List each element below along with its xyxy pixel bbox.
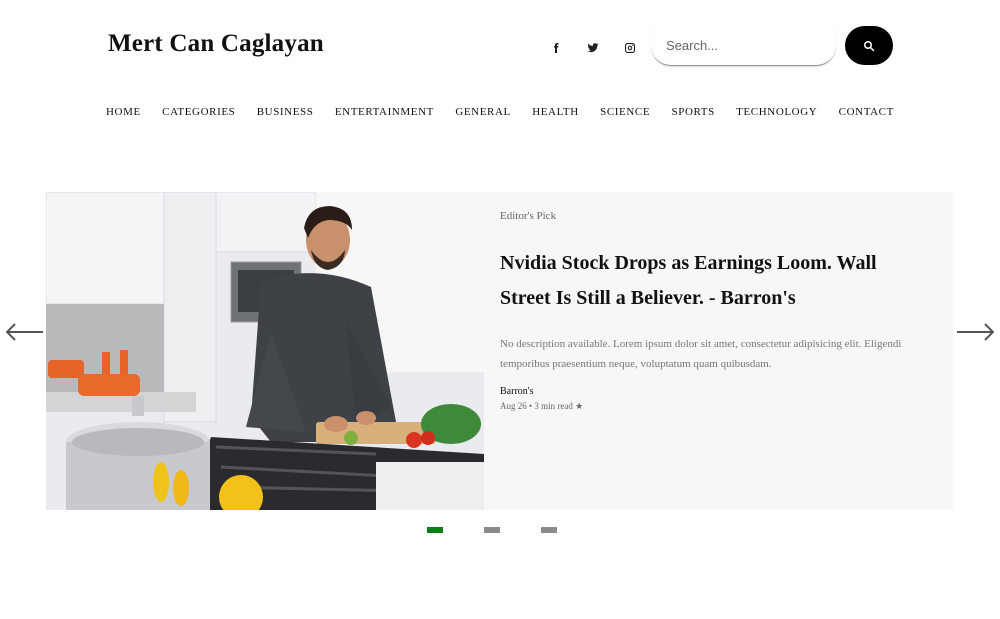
social-links — [546, 38, 657, 58]
nav-science[interactable]: SCIENCE — [600, 106, 650, 118]
nav-home[interactable]: HOME — [106, 106, 141, 118]
nav-technology[interactable]: TECHNOLOGY — [736, 106, 817, 118]
carousel-indicator-1[interactable] — [427, 527, 443, 533]
featured-content: Editor's Pick Nvidia Stock Drops as Earn… — [484, 192, 953, 510]
facebook-icon[interactable] — [546, 38, 566, 58]
nav-business[interactable]: BUSINESS — [257, 106, 314, 118]
twitter-icon[interactable] — [583, 38, 603, 58]
search-icon — [864, 40, 875, 51]
featured-meta: Aug 26 • 3 min read ★ — [500, 401, 584, 411]
carousel-indicator-3[interactable] — [541, 527, 557, 533]
featured-kicker: Editor's Pick — [500, 210, 557, 222]
carousel-indicator-2[interactable] — [484, 527, 500, 533]
main-nav: HOME CATEGORIES BUSINESS ENTERTAINMENT G… — [106, 106, 894, 118]
nav-general[interactable]: GENERAL — [455, 106, 511, 118]
search-input[interactable] — [651, 25, 836, 66]
arrow-left-icon — [5, 323, 43, 341]
nav-categories[interactable]: CATEGORIES — [162, 106, 235, 118]
site-title[interactable]: Mert Can Caglayan — [108, 30, 324, 58]
featured-headline[interactable]: Nvidia Stock Drops as Earnings Loom. Wal… — [500, 246, 923, 316]
featured-source[interactable]: Barron's — [500, 386, 923, 397]
instagram-icon[interactable] — [620, 38, 640, 58]
carousel-prev-button[interactable] — [5, 320, 45, 344]
featured-article: Editor's Pick Nvidia Stock Drops as Earn… — [46, 192, 953, 510]
nav-contact[interactable]: CONTACT — [839, 106, 894, 118]
nav-health[interactable]: HEALTH — [532, 106, 579, 118]
nav-sports[interactable]: SPORTS — [672, 106, 715, 118]
carousel-indicators — [427, 527, 598, 533]
featured-image[interactable] — [46, 192, 484, 510]
arrow-right-icon — [957, 323, 995, 341]
featured-description: No description available. Lorem ipsum do… — [500, 338, 902, 370]
carousel-next-button[interactable] — [955, 320, 995, 344]
search-button[interactable] — [845, 26, 893, 65]
nav-entertainment[interactable]: ENTERTAINMENT — [335, 106, 434, 118]
